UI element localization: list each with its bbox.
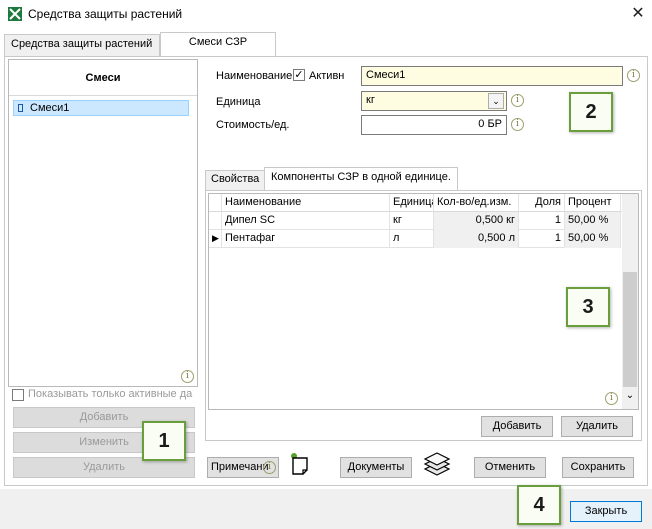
close-button[interactable]: Закрыть [570, 501, 642, 522]
unit-select[interactable]: кг [361, 91, 507, 111]
documents-button[interactable]: Документы [340, 457, 412, 478]
list-item[interactable]: Смеси1 [13, 100, 189, 116]
unit-select-value: кг [366, 94, 375, 106]
main-tabbar: Средства защиты растений Смеси СЗР [0, 32, 652, 56]
unit-label: Единица [216, 96, 261, 108]
tab-label: Компоненты СЗР в одной единице. [271, 171, 451, 183]
note-icon[interactable] [289, 452, 309, 476]
name-input[interactable]: Смеси1 [361, 66, 623, 86]
grid-header-marker [209, 194, 222, 212]
save-button[interactable]: Сохранить [562, 457, 634, 478]
row-marker [209, 212, 222, 230]
tab-properties[interactable]: Свойства [205, 170, 265, 190]
callout-4: 4 [517, 485, 561, 525]
active-label: Активн [309, 70, 345, 82]
cell-share[interactable]: 1 [519, 230, 565, 248]
cell-percent[interactable]: 50,00 % [565, 230, 621, 248]
list-item-label: Смеси1 [30, 102, 70, 114]
cell-share[interactable]: 1 [519, 212, 565, 230]
tab-components[interactable]: Компоненты СЗР в одной единице. [264, 167, 458, 190]
callout-2: 2 [569, 92, 613, 132]
cancel-button[interactable]: Отменить [474, 457, 546, 478]
cell-name[interactable]: Пентафаг [222, 230, 390, 248]
cell-qty[interactable]: 0,500 кг [434, 212, 519, 230]
chevron-down-icon[interactable]: ⌄ [488, 93, 504, 109]
mixtures-list-header: Смеси [9, 60, 197, 96]
cell-percent[interactable]: 50,00 % [565, 212, 621, 230]
info-icon[interactable]: i [181, 370, 194, 383]
cost-label: Стоимость/ед. [216, 119, 290, 131]
window-title: Средства защиты растений [28, 7, 183, 21]
window: Средства защиты растений ✕ Средства защи… [0, 0, 652, 529]
cost-input[interactable]: 0 БР [361, 115, 507, 135]
name-label: Наименование [216, 70, 293, 82]
active-checkbox[interactable]: ✓ [293, 69, 305, 81]
vertical-scrollbar[interactable]: ⌄ [622, 194, 638, 409]
tab-mixtures[interactable]: Смеси СЗР [160, 32, 276, 56]
show-active-only-label: Показывать только активные да [28, 388, 193, 400]
cell-unit[interactable]: кг [390, 212, 434, 230]
column-header[interactable]: Процент [565, 194, 621, 212]
info-icon[interactable]: i [511, 94, 524, 107]
row-marker: ▶ [209, 230, 222, 248]
grid-header: Наименование Единица Кол-во/ед.изм. Доля… [209, 194, 638, 212]
column-header[interactable]: Наименование [222, 194, 390, 212]
add-component-button[interactable]: Добавить [481, 416, 553, 437]
close-icon[interactable]: ✕ [626, 3, 650, 25]
tab-label: Смеси СЗР [188, 36, 248, 48]
info-icon[interactable]: i [263, 461, 276, 474]
scroll-down-icon[interactable]: ⌄ [624, 390, 636, 402]
title-bar: Средства защиты растений ✕ [0, 0, 652, 30]
info-icon[interactable]: i [627, 69, 640, 82]
mixtures-list-panel: Смеси Смеси1 i [8, 59, 198, 387]
cell-unit[interactable]: л [390, 230, 434, 248]
cell-qty[interactable]: 0,500 л [434, 230, 519, 248]
show-active-only-checkbox[interactable] [12, 389, 24, 401]
callout-1: 1 [142, 421, 186, 461]
info-icon[interactable]: i [605, 392, 618, 405]
scrollbar-thumb[interactable] [623, 272, 637, 387]
delete-component-button[interactable]: Удалить [561, 416, 633, 437]
tab-plant-protection[interactable]: Средства защиты растений [4, 34, 160, 56]
callout-3: 3 [566, 287, 610, 327]
table-row[interactable]: Дипел SC кг 0,500 кг 1 50,00 % [209, 212, 621, 230]
tab-label: Свойства [211, 173, 260, 185]
tab-label: Средства защиты растений [11, 38, 153, 50]
table-row[interactable]: ▶ Пентафаг л 0,500 л 1 50,00 % [209, 230, 621, 248]
info-icon[interactable]: i [511, 118, 524, 131]
column-header[interactable]: Кол-во/ед.изм. [434, 194, 519, 212]
cell-name[interactable]: Дипел SC [222, 212, 390, 230]
app-icon [8, 7, 22, 21]
column-header[interactable]: Единица [390, 194, 434, 212]
documents-stack-icon[interactable] [422, 449, 452, 479]
folder-icon [18, 104, 23, 112]
notes-button-label: Примечани [211, 461, 269, 473]
column-header[interactable]: Доля [519, 194, 565, 212]
